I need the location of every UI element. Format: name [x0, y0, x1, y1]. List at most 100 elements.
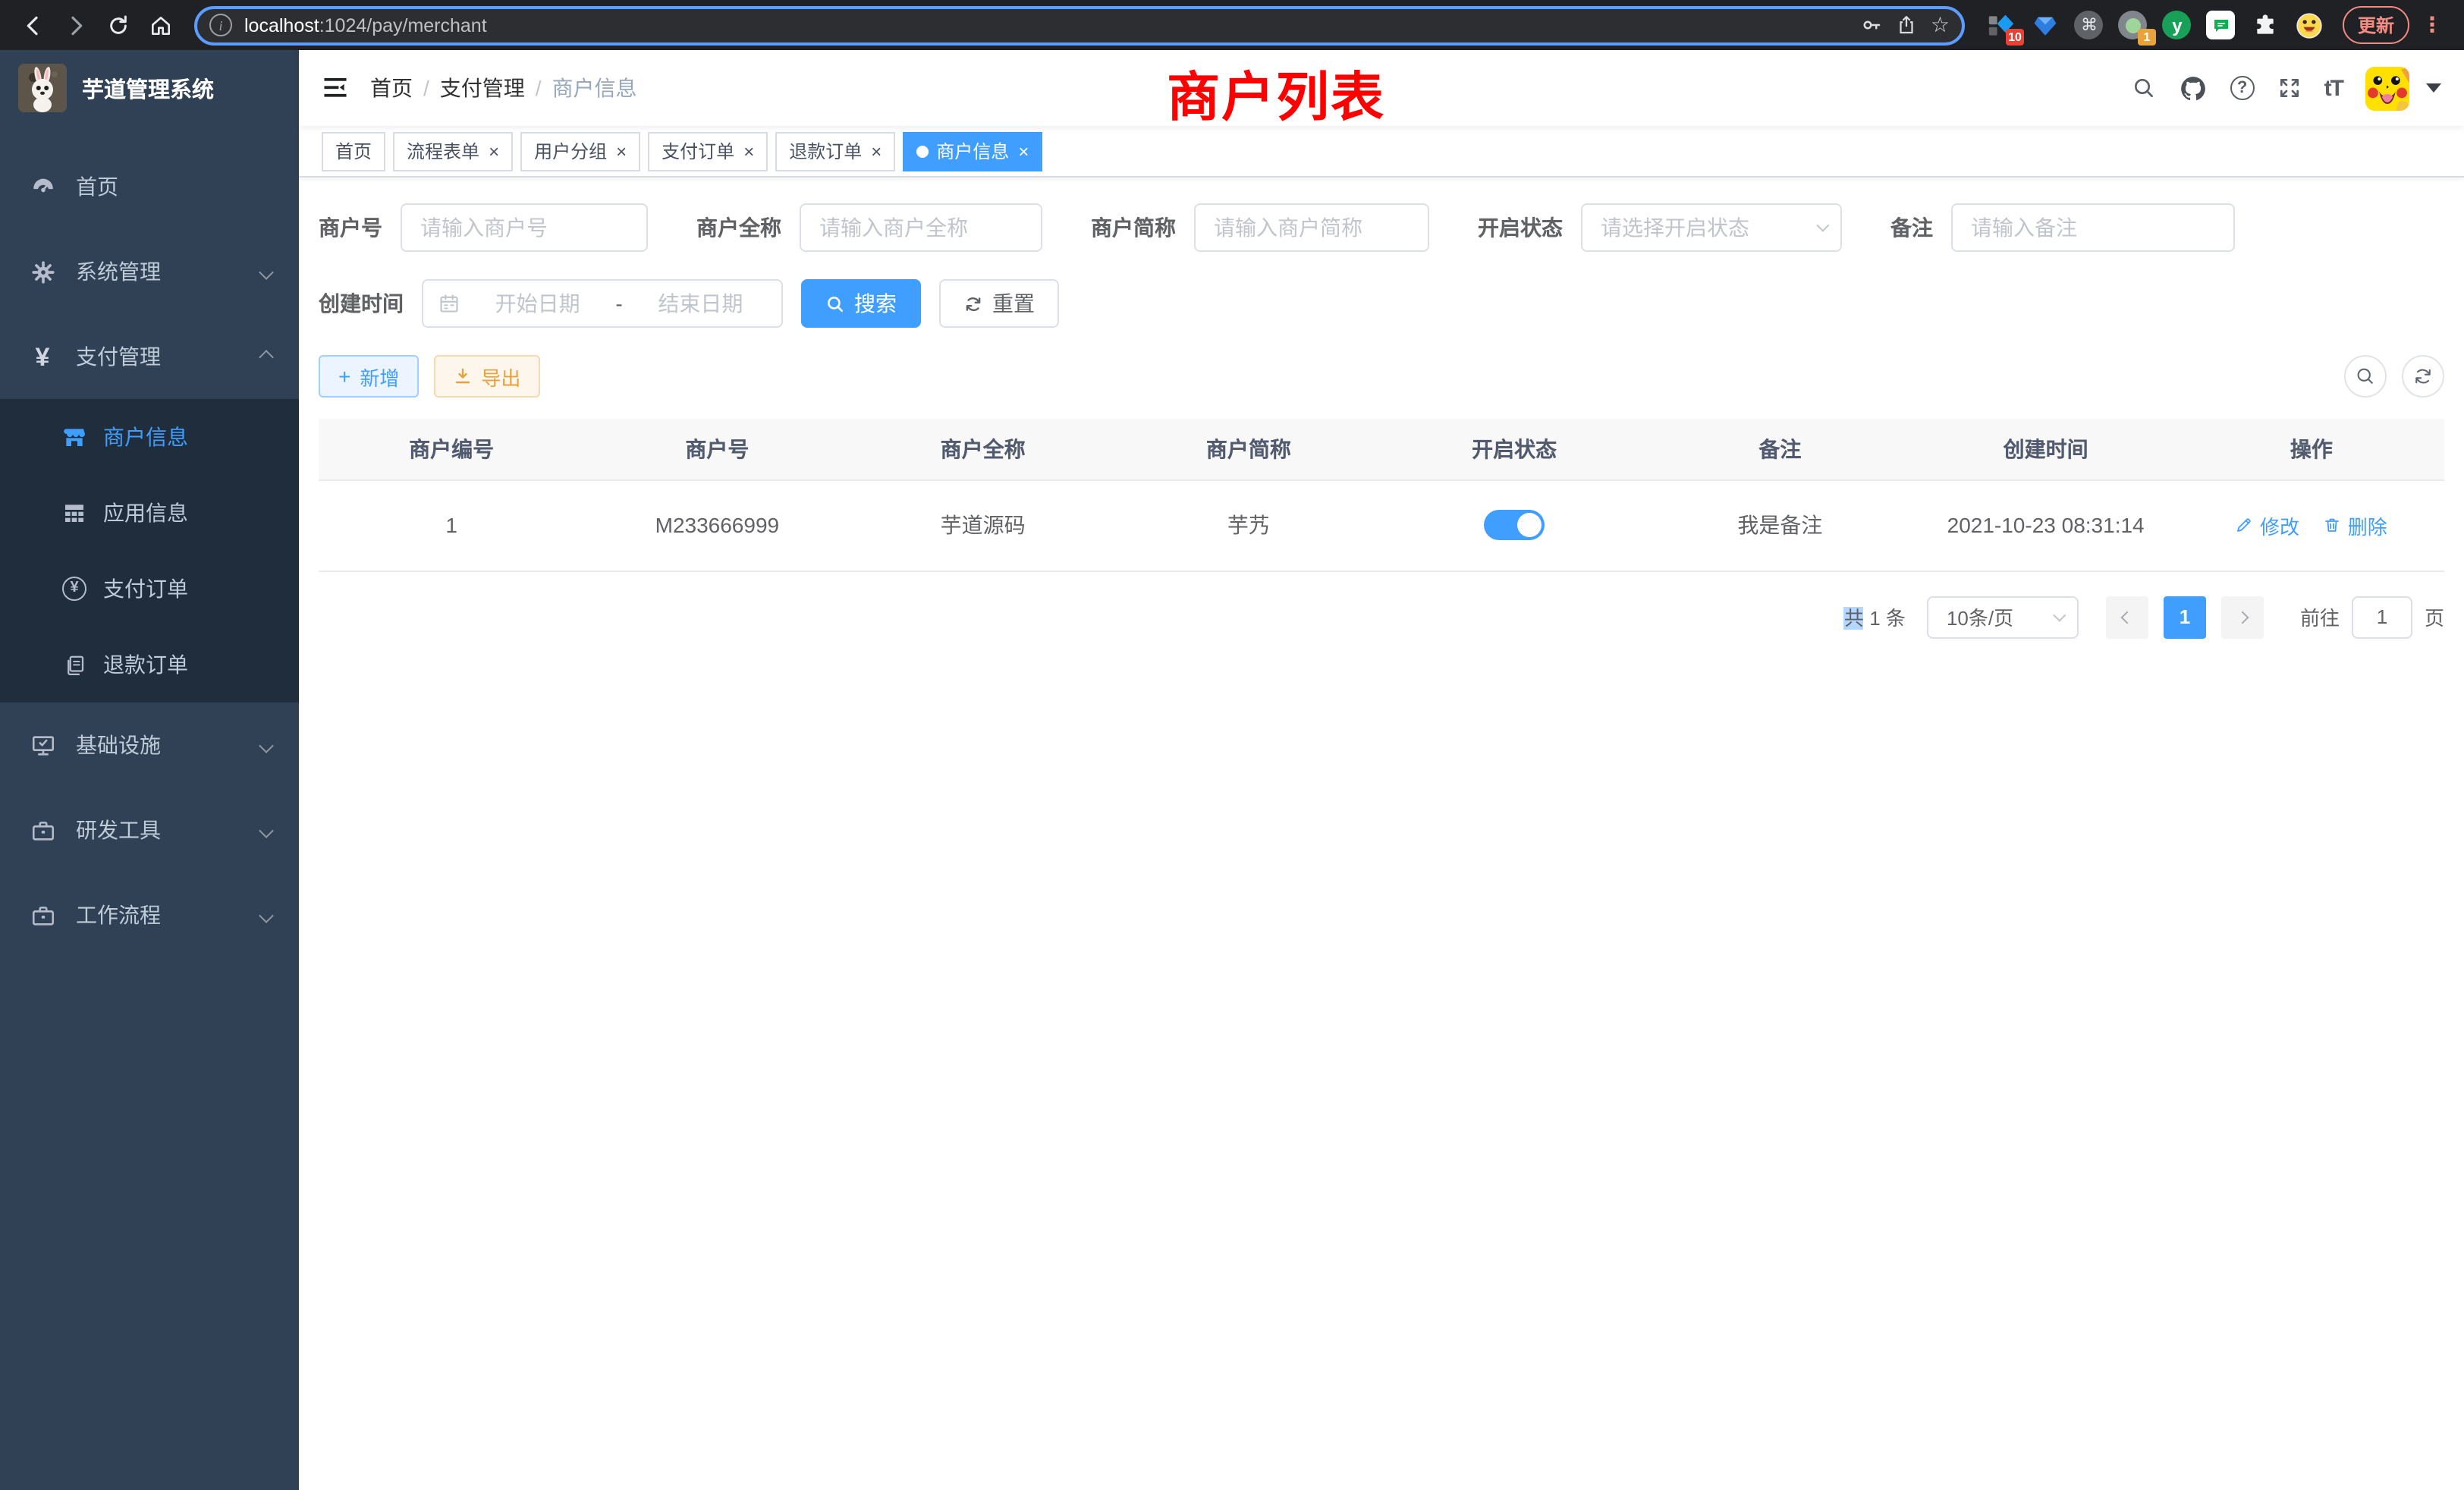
browser-back-button[interactable] — [15, 7, 52, 43]
sidebar-toggle-button[interactable] — [322, 76, 349, 100]
breadcrumb-payment[interactable]: 支付管理 — [440, 73, 525, 103]
close-icon[interactable]: × — [1018, 142, 1029, 160]
search-button[interactable]: 搜索 — [801, 279, 921, 328]
table-header-row: 商户编号 商户号 商户全称 商户简称 开启状态 备注 创建时间 操作 — [319, 419, 2444, 479]
col-short-name: 商户简称 — [1116, 419, 1381, 479]
sidebar-item-payment[interactable]: ¥ 支付管理 — [0, 314, 299, 399]
toolbox-icon — [24, 817, 61, 843]
browser-update-button[interactable]: 更新 — [2343, 6, 2409, 44]
show-search-button[interactable] — [2344, 355, 2387, 398]
goto-page-input[interactable] — [2352, 596, 2412, 638]
tags-view: 首页 流程表单× 用户分组× 支付订单× 退款订单× 商户信息× — [299, 126, 2464, 178]
search-icon — [2355, 366, 2376, 387]
browser-menu-button[interactable]: ⋮ — [2415, 12, 2449, 38]
tab-merchant-info[interactable]: 商户信息× — [903, 131, 1042, 171]
breadcrumb-separator: / — [536, 76, 542, 100]
toggle-knob — [1517, 513, 1542, 537]
avatar-caret-icon[interactable] — [2426, 83, 2441, 93]
extension-y-icon[interactable]: y — [2162, 10, 2192, 40]
github-icon[interactable] — [2179, 74, 2208, 102]
export-button[interactable]: 导出 — [434, 355, 540, 398]
breadcrumb-current: 商户信息 — [552, 73, 637, 103]
tab-home[interactable]: 首页 — [322, 131, 385, 171]
table-toolbar: + 新增 导出 — [319, 355, 2444, 398]
close-icon[interactable]: × — [743, 142, 754, 160]
sidebar-item-label: 支付订单 — [103, 574, 188, 604]
sidebar-item-infrastructure[interactable]: 基础设施 — [0, 703, 299, 787]
close-icon[interactable]: × — [489, 142, 499, 160]
active-dot-icon — [916, 145, 929, 157]
extension-command-icon[interactable]: ⌘ — [2074, 10, 2104, 40]
full-name-input[interactable] — [800, 203, 1042, 252]
status-toggle[interactable] — [1484, 510, 1545, 540]
bookmark-star-icon[interactable]: ☆ — [1931, 12, 1950, 38]
filter-label: 创建时间 — [319, 288, 404, 319]
browser-forward-button[interactable] — [58, 7, 94, 43]
key-icon[interactable] — [1861, 14, 1884, 36]
search-icon[interactable] — [2132, 76, 2156, 100]
merchant-no-input[interactable] — [401, 203, 648, 252]
chevron-up-icon — [259, 349, 274, 364]
sidebar-item-home[interactable]: 首页 — [0, 144, 299, 229]
reset-button[interactable]: 重置 — [939, 279, 1059, 328]
extension-gem-icon[interactable] — [2030, 10, 2060, 40]
sidebar-item-refund-order[interactable]: 退款订单 — [0, 627, 299, 703]
status-select[interactable]: 请选择开启状态 — [1581, 203, 1842, 252]
filter-merchant-no: 商户号 — [319, 203, 648, 252]
date-range-picker[interactable]: 开始日期 - 结束日期 — [422, 279, 783, 328]
extension-workflow-icon[interactable]: 10 — [1986, 10, 2016, 40]
chevron-right-icon — [2236, 611, 2249, 624]
browser-reload-button[interactable] — [100, 7, 137, 43]
page-annotation: 商户列表 — [1167, 55, 1385, 132]
sidebar-item-app-info[interactable]: 应用信息 — [0, 475, 299, 551]
browser-home-button[interactable] — [143, 7, 179, 43]
yen-icon: ¥ — [24, 344, 61, 369]
page-size-select[interactable]: 10条/页 — [1927, 596, 2079, 638]
extensions-puzzle-button[interactable] — [2250, 10, 2280, 40]
end-date-placeholder[interactable]: 结束日期 — [635, 288, 766, 319]
close-icon[interactable]: × — [871, 142, 882, 160]
url-path: :1024/pay/merchant — [319, 14, 487, 36]
filter-label: 备注 — [1890, 212, 1933, 243]
sidebar-item-system[interactable]: 系统管理 — [0, 229, 299, 314]
sidebar-logo[interactable]: 芋道管理系统 — [0, 50, 299, 126]
sidebar-item-merchant-info[interactable]: 商户信息 — [0, 399, 299, 475]
next-page-button[interactable] — [2221, 596, 2264, 638]
refresh-icon — [2412, 366, 2434, 387]
delete-link[interactable]: 删除 — [2324, 511, 2387, 539]
url-host: localhost — [244, 14, 319, 36]
breadcrumb-home[interactable]: 首页 — [370, 73, 413, 103]
chevron-down-icon — [259, 737, 274, 753]
tab-pay-order[interactable]: 支付订单× — [648, 131, 768, 171]
sidebar-item-pay-order[interactable]: ¥ 支付订单 — [0, 551, 299, 627]
app-frame: 芋道管理系统 首页 系统管理 ¥ — [0, 50, 2464, 1490]
tab-user-group[interactable]: 用户分组× — [520, 131, 640, 171]
short-name-input[interactable] — [1194, 203, 1429, 252]
briefcase-icon — [24, 902, 61, 928]
tab-refund-order[interactable]: 退款订单× — [775, 131, 895, 171]
site-info-icon[interactable]: i — [209, 14, 232, 36]
extension-status-icon[interactable]: 1 — [2118, 10, 2148, 40]
prev-page-button[interactable] — [2106, 596, 2148, 638]
user-avatar[interactable] — [2365, 66, 2409, 110]
close-icon[interactable]: × — [616, 142, 627, 160]
help-icon[interactable]: ? — [2230, 76, 2255, 100]
fullscreen-icon[interactable] — [2277, 76, 2302, 100]
table-row: 1 M233666999 芋道源码 芋艿 我是备注 2021-10-23 08:… — [319, 479, 2444, 571]
tab-process-form[interactable]: 流程表单× — [393, 131, 513, 171]
page-number-1[interactable]: 1 — [2164, 596, 2206, 638]
add-button[interactable]: + 新增 — [319, 355, 419, 398]
browser-profile-avatar[interactable] — [2294, 10, 2324, 40]
sidebar-item-dev-tools[interactable]: 研发工具 — [0, 787, 299, 872]
edit-link[interactable]: 修改 — [2236, 511, 2299, 539]
refresh-table-button[interactable] — [2402, 355, 2444, 398]
address-bar[interactable]: i localhost:1024/pay/merchant ☆ — [194, 5, 1965, 45]
remark-input[interactable] — [1951, 203, 2235, 252]
font-size-icon[interactable]: tT — [2324, 75, 2343, 101]
share-icon[interactable] — [1896, 14, 1919, 36]
sidebar-item-workflow[interactable]: 工作流程 — [0, 872, 299, 957]
start-date-placeholder[interactable]: 开始日期 — [472, 288, 603, 319]
trash-icon — [2324, 516, 2342, 534]
goto-suffix: 页 — [2425, 602, 2444, 631]
extension-chat-icon[interactable] — [2206, 10, 2236, 40]
